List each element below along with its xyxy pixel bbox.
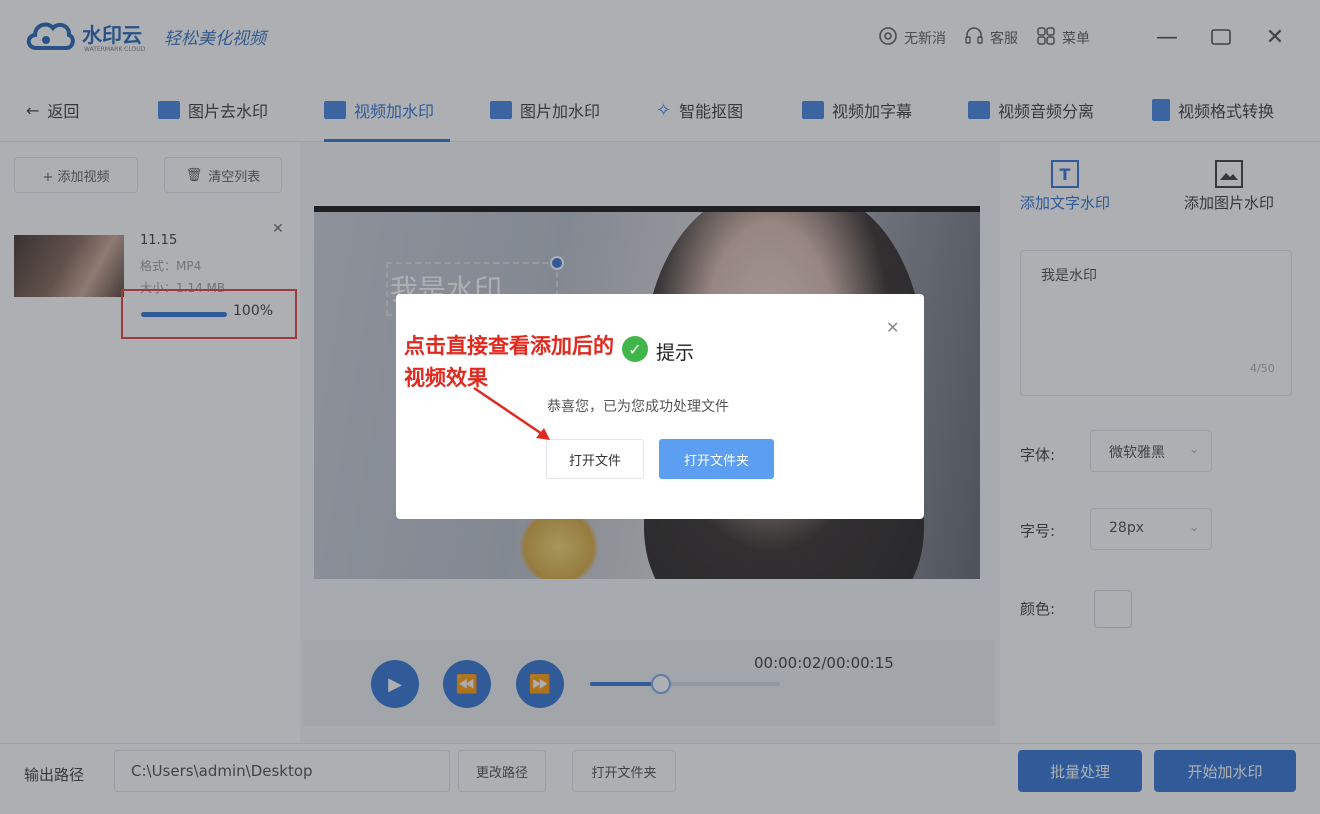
dialog-message: 恭喜您，已为您成功处理文件 bbox=[547, 399, 729, 415]
app-window: 水印云 WATERMARK CLOUD 轻松美化视频 无新消 客服 菜单 — ✕… bbox=[0, 0, 1320, 814]
dialog-open-file-button[interactable]: 打开文件 bbox=[546, 439, 644, 479]
dialog-close-icon[interactable]: ✕ bbox=[886, 318, 899, 337]
annotation-arrow-icon bbox=[473, 386, 550, 440]
dialog-title: 提示 bbox=[656, 342, 695, 364]
success-check-icon: ✓ bbox=[622, 336, 648, 362]
dialog-open-folder-button[interactable]: 打开文件夹 bbox=[659, 439, 774, 479]
